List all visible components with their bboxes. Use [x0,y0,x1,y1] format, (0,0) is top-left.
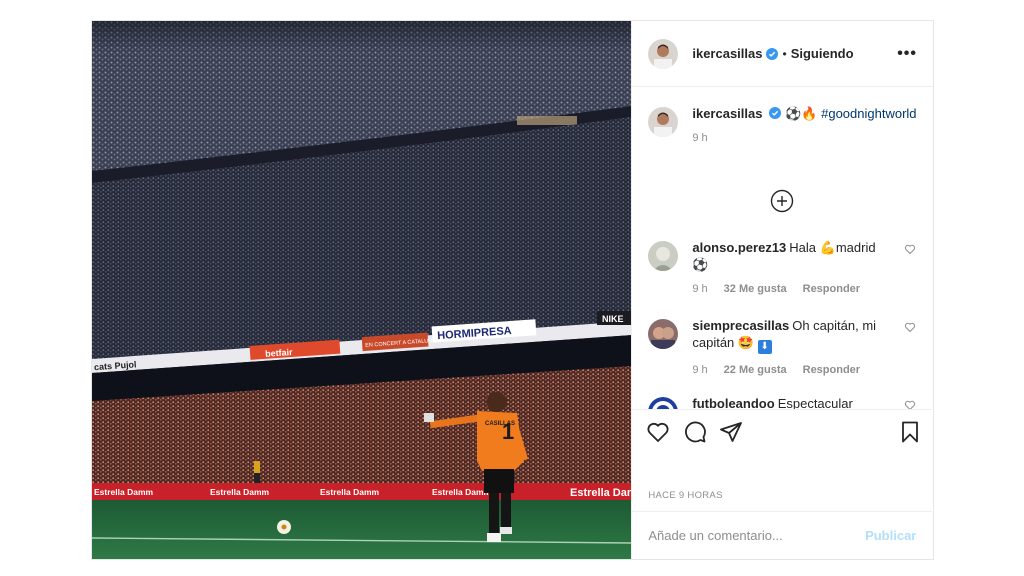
caption-emojis: ⚽🔥 [785,106,818,121]
comment-likes[interactable]: 22 Me gusta [724,362,787,379]
betfair-text: betfair [265,347,294,359]
ad-estrella-5: Estrella Damm [570,487,631,499]
comment-time[interactable]: 9 h [692,362,707,379]
following-button[interactable]: Siguiendo [791,46,854,61]
separator-dot: • [782,46,787,61]
comment-username[interactable]: futboleandoo [692,396,774,409]
comment-text-end: madrid [835,240,876,255]
ad-estrella-1: Estrella Damm [94,487,153,497]
comment-icon[interactable] [683,420,707,444]
comments-list[interactable]: ikercasillas ⚽🔥 #goodnightworld 9 h alon… [632,87,932,409]
down-arrow-icon: ⬇ [757,340,772,354]
share-icon[interactable] [719,420,743,444]
caption: ikercasillas ⚽🔥 #goodnightworld 9 h [648,105,918,147]
comment-likes[interactable]: 32 Me gusta [724,281,787,298]
ad-estrella-3: Estrella Damm [320,487,379,497]
reply-button[interactable]: Responder [803,281,860,298]
flexed-biceps-icon: 💪 [819,240,836,255]
instagram-post: betfair HORMIPRESA EN CONCERT A CATALUNY… [91,20,934,560]
bookmark-icon[interactable] [898,420,922,444]
more-options-icon[interactable]: ••• [897,45,917,63]
comment-text: Hala [789,240,820,255]
caption-username[interactable]: ikercasillas [692,106,762,121]
add-comment-bar: Publicar [632,511,933,559]
reply-button[interactable]: Responder [803,362,860,379]
avatar[interactable] [648,319,679,349]
verified-icon [769,107,782,119]
like-comment-icon[interactable] [904,243,916,255]
comment-username[interactable]: siemprecasillas [692,318,789,333]
avatar[interactable] [648,107,679,137]
nike-text: NIKE [602,314,624,324]
avatar[interactable] [648,241,679,271]
comment-item: futboleandoo Espectacular [648,395,918,409]
load-more-comments-icon[interactable] [770,189,794,213]
comment-username[interactable]: alonso.perez13 [692,240,786,255]
action-bar [632,409,933,453]
avatar[interactable] [648,38,679,69]
soccer-ball-icon: ⚽ [692,257,709,272]
comment-text: Espectacular [777,396,853,409]
caption-time[interactable]: 9 h [692,130,707,147]
comment-input[interactable] [648,528,866,543]
comment-item: alonso.perez13 Hala 💪madrid ⚽ 9 h 32 Me g… [648,239,918,298]
publish-button[interactable]: Publicar [865,528,916,543]
jersey-name: CASILLAS [485,421,515,427]
like-comment-icon[interactable] [904,399,916,409]
ad-estrella-2: Estrella Damm [210,487,269,497]
post-side-panel: ikercasillas • Siguiendo ••• ikercasilla… [631,21,933,559]
heart-icon[interactable] [646,420,670,444]
header-username[interactable]: ikercasillas [692,46,762,61]
comment-item: siemprecasillas Oh capitán, mi capitán 🤩 … [648,317,918,379]
verified-icon [766,47,779,60]
like-comment-icon[interactable] [904,321,916,333]
ad-estrella-4: Estrella Damm [432,487,491,497]
comment-time[interactable]: 9 h [692,281,707,298]
caption-hashtag[interactable]: #goodnightworld [821,106,916,121]
avatar[interactable] [648,397,679,409]
post-header: ikercasillas • Siguiendo ••• [632,21,933,87]
stadium-photo: betfair HORMIPRESA EN CONCERT A CATALUNY… [92,21,632,559]
post-timestamp[interactable]: HACE 9 HORAS [648,490,722,501]
post-photo[interactable]: betfair HORMIPRESA EN CONCERT A CATALUNY… [92,21,632,559]
